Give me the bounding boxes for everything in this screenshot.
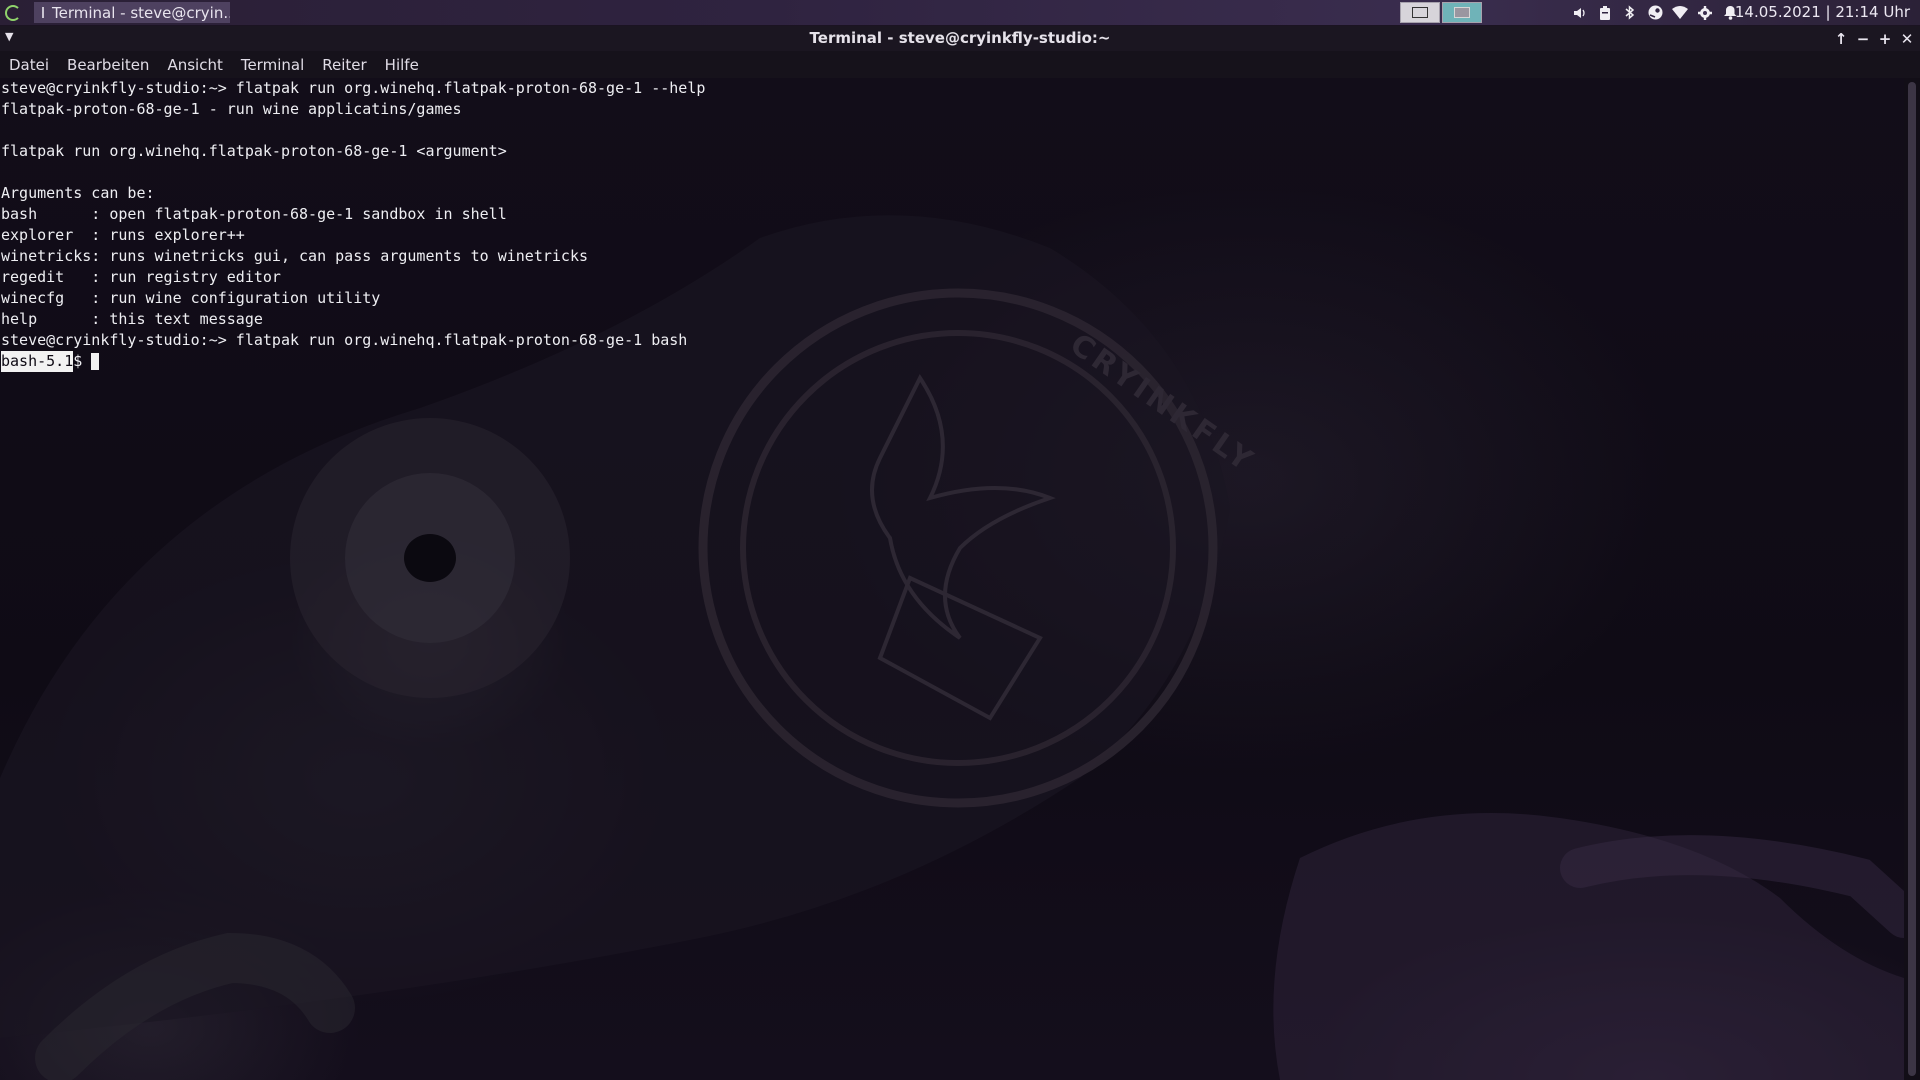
menu-hilfe[interactable]: Hilfe: [385, 56, 419, 74]
menu-ansicht[interactable]: Ansicht: [167, 56, 222, 74]
workspace-2[interactable]: [1442, 2, 1482, 23]
workspace-1[interactable]: [1400, 2, 1440, 23]
bash-prompt[interactable]: bash-5.1 $: [1, 351, 705, 372]
maximize-icon[interactable]: +: [1878, 30, 1892, 48]
minimize-icon[interactable]: −: [1856, 30, 1870, 48]
terminal-line: explorer : runs explorer++: [1, 226, 245, 244]
window-titlebar[interactable]: ▼ Terminal - steve@cryinkfly-studio:~ ↑ …: [0, 26, 1920, 51]
terminal-line: bash : open flatpak-proton-68-ge-1 sandb…: [1, 205, 507, 223]
terminal-line: flatpak run org.winehq.flatpak-proton-68…: [1, 142, 507, 160]
terminal-line: winecfg : run wine configuration utility: [1, 289, 381, 307]
steam-icon[interactable]: [1647, 5, 1663, 21]
terminal-output: steve@cryinkfly-studio:~> flatpak run or…: [1, 78, 705, 372]
scrollbar-thumb[interactable]: [1908, 82, 1916, 1076]
keep-above-icon[interactable]: ↑: [1834, 30, 1848, 48]
terminal-area[interactable]: CRYINKFLY steve@cryinkfly-studio:~> flat…: [0, 78, 1904, 1080]
prompt-symbol: $: [73, 352, 83, 370]
selected-text[interactable]: bash-5.1: [1, 351, 74, 372]
terminal-line: flatpak-proton-68-ge-1 - run wine applic…: [1, 100, 462, 118]
volume-icon[interactable]: [1572, 5, 1588, 21]
wifi-icon[interactable]: [1672, 5, 1688, 21]
clipboard-icon[interactable]: [1597, 5, 1613, 21]
settings-icon[interactable]: [1697, 5, 1713, 21]
terminal-scrollbar[interactable]: [1904, 78, 1920, 1080]
terminal-line: help : this text message: [1, 310, 263, 328]
terminal-line: winetricks: runs winetricks gui, can pas…: [1, 247, 588, 265]
terminal-line: Arguments can be:: [1, 184, 155, 202]
terminal-line: steve@cryinkfly-studio:~> flatpak run or…: [1, 79, 706, 97]
top-panel: Terminal - steve@cryin... 14.05.2021 | 2…: [0, 0, 1920, 26]
menu-bearbeiten[interactable]: Bearbeiten: [67, 56, 149, 74]
bluetooth-icon[interactable]: [1622, 5, 1638, 21]
menu-reiter[interactable]: Reiter: [322, 56, 366, 74]
taskbar-item-terminal[interactable]: Terminal - steve@cryin...: [34, 2, 230, 23]
menu-datei[interactable]: Datei: [9, 56, 49, 74]
text-cursor: [91, 353, 100, 370]
terminal-line: regedit : run registry editor: [1, 268, 281, 286]
terminal-line: steve@cryinkfly-studio:~> flatpak run or…: [1, 331, 688, 349]
close-icon[interactable]: ✕: [1900, 30, 1914, 48]
window-title: Terminal - steve@cryinkfly-studio:~: [809, 29, 1111, 47]
menu-bar: Datei Bearbeiten Ansicht Terminal Reiter…: [0, 51, 1920, 78]
taskbar-item-label: Terminal - steve@cryin...: [52, 3, 230, 22]
system-tray: [1572, 0, 1738, 25]
app-launcher-icon[interactable]: [0, 0, 26, 25]
workspace-pager: [1400, 2, 1482, 23]
terminal-window-icon: [42, 7, 44, 18]
clock[interactable]: 14.05.2021 | 21:14 Uhr: [1735, 0, 1910, 25]
menu-terminal[interactable]: Terminal: [241, 56, 304, 74]
